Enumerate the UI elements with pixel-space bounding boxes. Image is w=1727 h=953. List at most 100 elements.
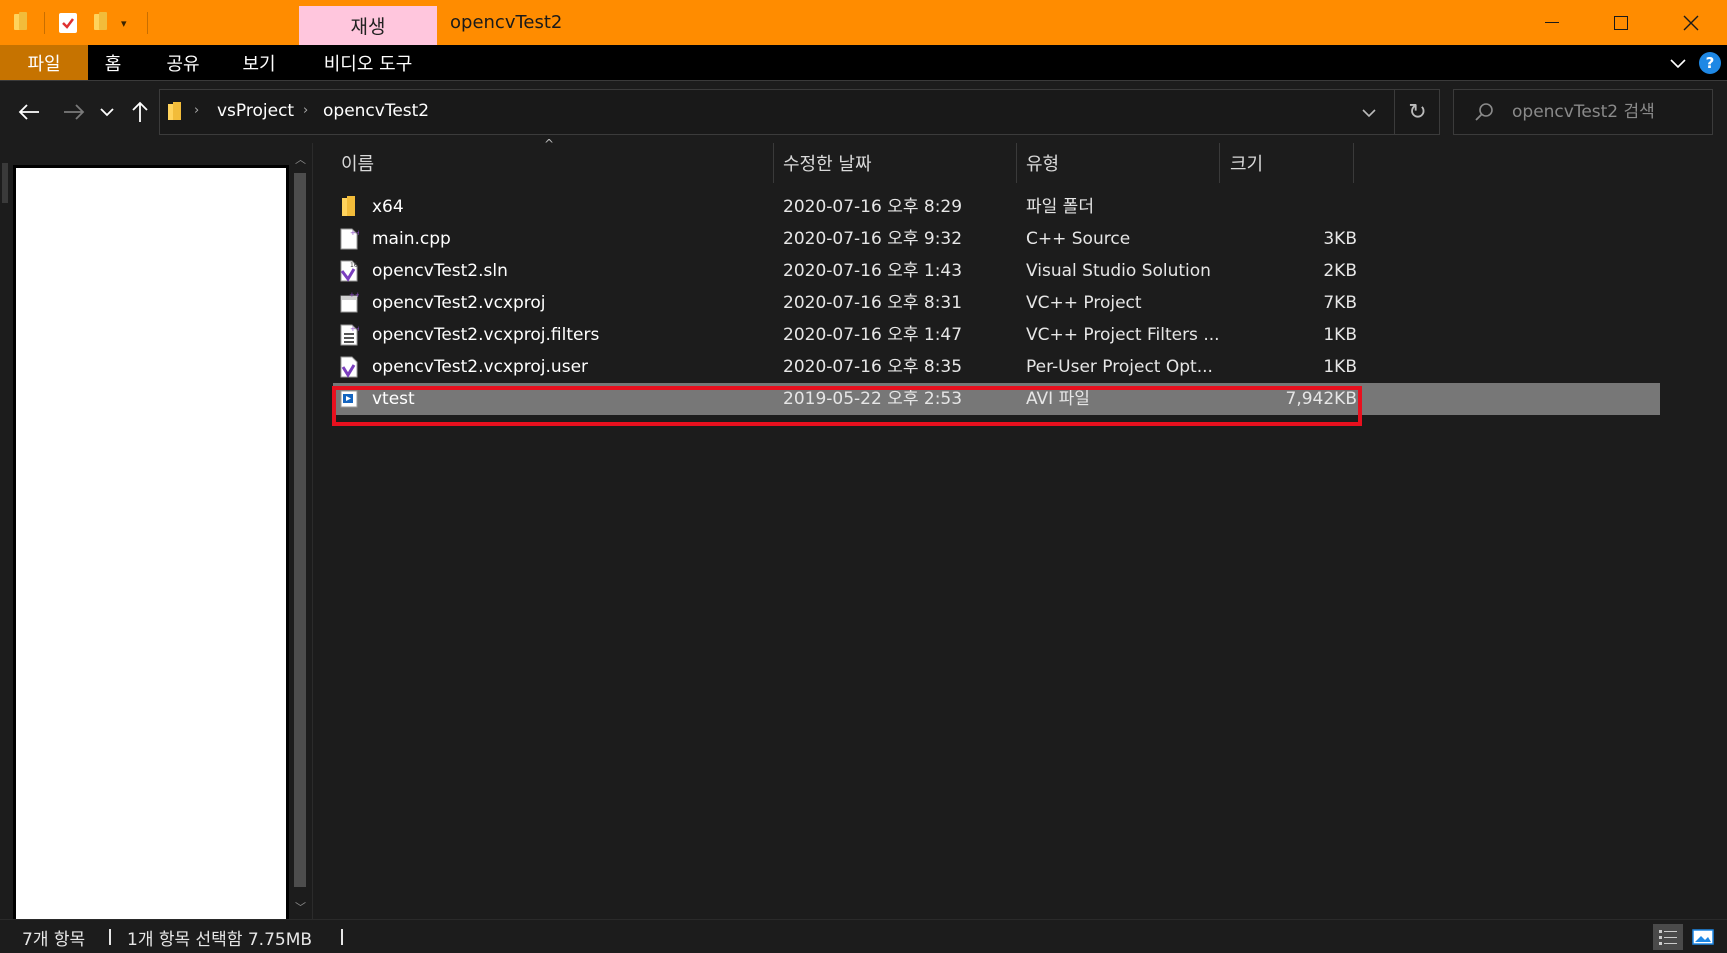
address-bar[interactable]: › vsProject › opencvTest2 ↻ (159, 89, 1440, 135)
details-view-button[interactable] (1653, 924, 1683, 950)
breadcrumb-vsproject[interactable]: vsProject (217, 101, 294, 121)
column-resize-handle[interactable] (1219, 143, 1220, 183)
file-date: 2020-07-16 오후 9:32 (783, 229, 963, 249)
chevron-down-icon (100, 108, 114, 117)
tab-file[interactable]: 파일 (0, 45, 88, 80)
sort-ascending-icon: ^ (544, 137, 555, 151)
file-type: VC++ Project (1026, 293, 1142, 313)
file-row-user[interactable]: opencvTest2.vcxproj.user 2020-07-16 오후 8… (333, 351, 1660, 383)
column-header-date[interactable]: 수정한 날짜 (783, 143, 872, 183)
breadcrumb-separator-icon[interactable]: › (194, 103, 199, 118)
refresh-button[interactable]: ↻ (1394, 90, 1440, 134)
file-date: 2020-07-16 오후 8:31 (783, 293, 963, 313)
svg-text:16: 16 (350, 262, 358, 269)
file-type: AVI 파일 (1026, 389, 1090, 409)
file-list: ^ 이름 수정한 날짜 유형 크기 x64 2020-07-16 오후 8:29… (313, 137, 1727, 919)
file-type: VC++ Project Filters ... (1026, 325, 1220, 345)
item-count: 7개 항목 (22, 930, 86, 950)
properties-icon[interactable] (59, 13, 77, 33)
file-size: 1KB (1323, 325, 1357, 345)
column-header-type[interactable]: 유형 (1026, 143, 1059, 183)
breadcrumb-separator-icon[interactable]: › (303, 103, 308, 118)
large-icons-view-button[interactable] (1688, 924, 1718, 950)
tab-video-tools[interactable]: 비디오 도구 (312, 45, 424, 80)
search-icon (1475, 103, 1493, 121)
file-size: 7,942KB (1285, 389, 1357, 409)
scroll-up-icon[interactable]: ︿ (295, 151, 306, 167)
title-bar: ▾ 재생 opencvTest2 (0, 0, 1727, 45)
file-type: Per-User Project Opt... (1026, 357, 1213, 377)
forward-arrow-icon (64, 104, 85, 120)
file-name: vtest (372, 389, 415, 409)
file-date: 2020-07-16 오후 8:35 (783, 357, 963, 377)
forward-button[interactable] (59, 97, 89, 127)
svg-text:++: ++ (350, 229, 359, 237)
folder-icon (342, 196, 355, 216)
file-row-vcxproj[interactable]: ++ opencvTest2.vcxproj 2020-07-16 오후 8:3… (333, 287, 1660, 319)
file-date: 2020-07-16 오후 1:43 (783, 261, 963, 281)
file-date: 2020-07-16 오후 1:47 (783, 325, 963, 345)
status-divider (109, 929, 111, 945)
user-file-icon (340, 356, 358, 378)
file-row-x64[interactable]: x64 2020-07-16 오후 8:29 파일 폴더 (333, 191, 1660, 223)
search-box (1453, 89, 1713, 135)
tab-view[interactable]: 보기 (236, 45, 282, 80)
help-icon[interactable]: ? (1699, 52, 1721, 74)
file-date: 2020-07-16 오후 8:29 (783, 197, 963, 217)
status-bar: 7개 항목 1개 항목 선택함 7.75MB (0, 919, 1727, 953)
maximize-button[interactable] (1586, 0, 1656, 45)
svg-text:++: ++ (350, 325, 359, 333)
details-view-icon (1659, 930, 1677, 945)
file-size: 1KB (1323, 357, 1357, 377)
breadcrumb-opencvtest2[interactable]: opencvTest2 (323, 101, 429, 121)
file-row-filters[interactable]: ++ opencvTest2.vcxproj.filters 2020-07-1… (333, 319, 1660, 351)
customize-quick-access-icon[interactable]: ▾ (121, 17, 127, 30)
new-folder-icon[interactable] (92, 12, 110, 32)
close-button[interactable] (1656, 0, 1726, 45)
expand-ribbon-icon[interactable] (1668, 53, 1688, 73)
status-divider (341, 929, 343, 945)
scroll-down-icon[interactable]: ﹀ (295, 899, 306, 915)
vs-solution-icon: 16 (340, 260, 358, 282)
tab-home[interactable]: 홈 (96, 45, 130, 80)
file-type: Visual Studio Solution (1026, 261, 1211, 281)
file-row-sln[interactable]: 16 opencvTest2.sln 2020-07-16 오후 1:43 Vi… (333, 255, 1660, 287)
folder-icon (168, 102, 184, 122)
context-tab-play[interactable]: 재생 (299, 6, 437, 45)
scrollbar-thumb[interactable] (294, 173, 306, 887)
close-icon (1683, 15, 1699, 30)
navigation-pane-edge (2, 163, 8, 203)
column-header-name[interactable]: 이름 (341, 143, 374, 183)
file-name: main.cpp (372, 229, 451, 249)
address-dropdown-icon[interactable] (1359, 103, 1379, 123)
minimize-button[interactable] (1517, 0, 1587, 45)
file-name: opencvTest2.sln (372, 261, 508, 281)
refresh-icon: ↻ (1408, 99, 1427, 125)
tab-share[interactable]: 공유 (160, 45, 206, 80)
minimize-icon (1545, 22, 1559, 23)
file-size: 7KB (1323, 293, 1357, 313)
file-row-main-cpp[interactable]: ++ main.cpp 2020-07-16 오후 9:32 C++ Sourc… (333, 223, 1660, 255)
cpp-file-icon: ++ (340, 228, 359, 250)
file-size: 2KB (1323, 261, 1357, 281)
column-header-size[interactable]: 크기 (1230, 143, 1263, 183)
large-icons-view-icon (1692, 929, 1714, 945)
navigation-pane-scrollbar[interactable]: ︿ ﹀ (292, 151, 308, 919)
recent-locations-button[interactable] (95, 97, 119, 127)
column-resize-handle[interactable] (1016, 143, 1017, 183)
file-size: 3KB (1323, 229, 1357, 249)
app-folder-icon (12, 12, 30, 32)
back-button[interactable] (14, 97, 44, 127)
file-name: opencvTest2.vcxproj.filters (372, 325, 600, 345)
file-date: 2019-05-22 오후 2:53 (783, 389, 963, 409)
search-input[interactable] (1512, 100, 1707, 124)
file-row-vtest[interactable]: vtest 2019-05-22 오후 2:53 AVI 파일 7,942KB (333, 383, 1660, 415)
navigation-pane: ︿ ﹀ (0, 143, 312, 923)
navigation-tree-area[interactable] (13, 165, 289, 923)
up-button[interactable] (125, 97, 155, 127)
ribbon-tabs: 파일 홈 공유 보기 비디오 도구 ? (0, 45, 1727, 81)
window-title: opencvTest2 (450, 12, 563, 33)
back-arrow-icon (18, 104, 39, 120)
column-resize-handle[interactable] (1353, 143, 1354, 183)
column-resize-handle[interactable] (773, 143, 774, 183)
